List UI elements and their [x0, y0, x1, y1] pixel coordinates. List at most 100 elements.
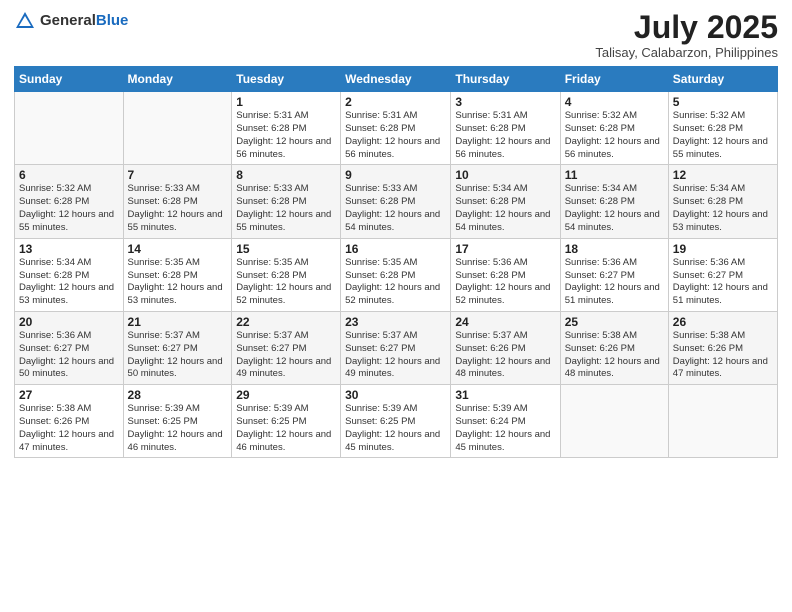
calendar-cell [123, 92, 232, 165]
page-container: GeneralBlue July 2025 Talisay, Calabarzo… [0, 0, 792, 612]
calendar-table: SundayMondayTuesdayWednesdayThursdayFrid… [14, 66, 778, 458]
header: GeneralBlue July 2025 Talisay, Calabarzo… [14, 10, 778, 60]
day-info: Sunrise: 5:39 AMSunset: 6:25 PMDaylight:… [345, 403, 446, 454]
day-number: 29 [236, 388, 336, 402]
calendar-cell: 12Sunrise: 5:34 AMSunset: 6:28 PMDayligh… [668, 165, 777, 238]
day-number: 5 [673, 95, 773, 109]
calendar-cell: 2Sunrise: 5:31 AMSunset: 6:28 PMDaylight… [341, 92, 451, 165]
calendar-cell: 25Sunrise: 5:38 AMSunset: 6:26 PMDayligh… [560, 311, 668, 384]
title-area: July 2025 Talisay, Calabarzon, Philippin… [595, 10, 778, 60]
calendar-cell [668, 385, 777, 458]
calendar-cell: 18Sunrise: 5:36 AMSunset: 6:27 PMDayligh… [560, 238, 668, 311]
day-number: 12 [673, 168, 773, 182]
day-number: 7 [128, 168, 228, 182]
weekday-header-row: SundayMondayTuesdayWednesdayThursdayFrid… [15, 67, 778, 92]
day-info: Sunrise: 5:36 AMSunset: 6:27 PMDaylight:… [19, 330, 119, 381]
weekday-header-friday: Friday [560, 67, 668, 92]
day-info: Sunrise: 5:34 AMSunset: 6:28 PMDaylight:… [19, 257, 119, 308]
day-info: Sunrise: 5:32 AMSunset: 6:28 PMDaylight:… [19, 183, 119, 234]
day-number: 6 [19, 168, 119, 182]
day-number: 4 [565, 95, 664, 109]
calendar-cell: 22Sunrise: 5:37 AMSunset: 6:27 PMDayligh… [232, 311, 341, 384]
logo-icon [14, 10, 36, 32]
calendar-cell: 19Sunrise: 5:36 AMSunset: 6:27 PMDayligh… [668, 238, 777, 311]
calendar-cell: 14Sunrise: 5:35 AMSunset: 6:28 PMDayligh… [123, 238, 232, 311]
day-info: Sunrise: 5:32 AMSunset: 6:28 PMDaylight:… [565, 110, 664, 161]
day-info: Sunrise: 5:38 AMSunset: 6:26 PMDaylight:… [19, 403, 119, 454]
calendar-cell: 8Sunrise: 5:33 AMSunset: 6:28 PMDaylight… [232, 165, 341, 238]
calendar-cell: 7Sunrise: 5:33 AMSunset: 6:28 PMDaylight… [123, 165, 232, 238]
day-info: Sunrise: 5:38 AMSunset: 6:26 PMDaylight:… [565, 330, 664, 381]
calendar-cell: 1Sunrise: 5:31 AMSunset: 6:28 PMDaylight… [232, 92, 341, 165]
day-info: Sunrise: 5:31 AMSunset: 6:28 PMDaylight:… [345, 110, 446, 161]
day-info: Sunrise: 5:39 AMSunset: 6:24 PMDaylight:… [455, 403, 555, 454]
calendar-cell: 9Sunrise: 5:33 AMSunset: 6:28 PMDaylight… [341, 165, 451, 238]
day-number: 15 [236, 242, 336, 256]
calendar-cell: 27Sunrise: 5:38 AMSunset: 6:26 PMDayligh… [15, 385, 124, 458]
calendar-cell: 3Sunrise: 5:31 AMSunset: 6:28 PMDaylight… [451, 92, 560, 165]
calendar-week-4: 20Sunrise: 5:36 AMSunset: 6:27 PMDayligh… [15, 311, 778, 384]
day-number: 25 [565, 315, 664, 329]
calendar-week-3: 13Sunrise: 5:34 AMSunset: 6:28 PMDayligh… [15, 238, 778, 311]
day-info: Sunrise: 5:35 AMSunset: 6:28 PMDaylight:… [345, 257, 446, 308]
day-number: 18 [565, 242, 664, 256]
logo-blue: Blue [96, 13, 129, 30]
day-number: 13 [19, 242, 119, 256]
day-info: Sunrise: 5:36 AMSunset: 6:27 PMDaylight:… [673, 257, 773, 308]
day-number: 11 [565, 168, 664, 182]
calendar-cell: 29Sunrise: 5:39 AMSunset: 6:25 PMDayligh… [232, 385, 341, 458]
calendar-week-1: 1 Sunrise: 5:31 AMSunset: 6:28 PMDaylight… [15, 92, 778, 165]
weekday-header-monday: Monday [123, 67, 232, 92]
day-info: Sunrise: 5:37 AMSunset: 6:27 PMDaylight:… [128, 330, 228, 381]
logo-general: General [40, 13, 96, 30]
calendar-cell: 5Sunrise: 5:32 AMSunset: 6:28 PMDaylight… [668, 92, 777, 165]
calendar-cell: 21Sunrise: 5:37 AMSunset: 6:27 PMDayligh… [123, 311, 232, 384]
calendar-cell: 30Sunrise: 5:39 AMSunset: 6:25 PMDayligh… [341, 385, 451, 458]
day-number: 30 [345, 388, 446, 402]
day-info: Sunrise: 5:37 AMSunset: 6:27 PMDaylight:… [345, 330, 446, 381]
day-info: Sunrise: 5:39 AMSunset: 6:25 PMDaylight:… [128, 403, 228, 454]
day-number: 24 [455, 315, 555, 329]
weekday-header-sunday: Sunday [15, 67, 124, 92]
calendar-cell: 13Sunrise: 5:34 AMSunset: 6:28 PMDayligh… [15, 238, 124, 311]
logo-text: GeneralBlue [40, 13, 128, 30]
calendar-cell: 16Sunrise: 5:35 AMSunset: 6:28 PMDayligh… [341, 238, 451, 311]
calendar-cell: 6Sunrise: 5:32 AMSunset: 6:28 PMDaylight… [15, 165, 124, 238]
calendar-cell: 23Sunrise: 5:37 AMSunset: 6:27 PMDayligh… [341, 311, 451, 384]
day-info: Sunrise: 5:34 AMSunset: 6:28 PMDaylight:… [673, 183, 773, 234]
day-info: Sunrise: 5:33 AMSunset: 6:28 PMDaylight:… [345, 183, 446, 234]
day-number: 17 [455, 242, 555, 256]
calendar-cell: 17Sunrise: 5:36 AMSunset: 6:28 PMDayligh… [451, 238, 560, 311]
day-number: 27 [19, 388, 119, 402]
day-info: Sunrise: 5:35 AMSunset: 6:28 PMDaylight:… [128, 257, 228, 308]
day-number: 26 [673, 315, 773, 329]
day-number: 16 [345, 242, 446, 256]
day-number: 1 [236, 95, 336, 109]
day-info: Sunrise: 5:35 AMSunset: 6:28 PMDaylight:… [236, 257, 336, 308]
weekday-header-thursday: Thursday [451, 67, 560, 92]
day-info: Sunrise: 5:33 AMSunset: 6:28 PMDaylight:… [236, 183, 336, 234]
day-number: 14 [128, 242, 228, 256]
day-number: 19 [673, 242, 773, 256]
day-info: Sunrise: 5:34 AMSunset: 6:28 PMDaylight:… [565, 183, 664, 234]
day-number: 28 [128, 388, 228, 402]
day-info: Sunrise: 5:39 AMSunset: 6:25 PMDaylight:… [236, 403, 336, 454]
day-info: Sunrise: 5:32 AMSunset: 6:28 PMDaylight:… [673, 110, 773, 161]
weekday-header-saturday: Saturday [668, 67, 777, 92]
calendar-cell: 10Sunrise: 5:34 AMSunset: 6:28 PMDayligh… [451, 165, 560, 238]
day-info: Sunrise: 5:31 AMSunset: 6:28 PMDaylight:… [455, 110, 555, 161]
day-info: Sunrise: 5:36 AMSunset: 6:27 PMDaylight:… [565, 257, 664, 308]
calendar-cell: 26Sunrise: 5:38 AMSunset: 6:26 PMDayligh… [668, 311, 777, 384]
day-info: Sunrise: 5:38 AMSunset: 6:26 PMDaylight:… [673, 330, 773, 381]
calendar-cell: 4Sunrise: 5:32 AMSunset: 6:28 PMDaylight… [560, 92, 668, 165]
calendar-cell: 24Sunrise: 5:37 AMSunset: 6:26 PMDayligh… [451, 311, 560, 384]
day-number: 3 [455, 95, 555, 109]
day-number: 20 [19, 315, 119, 329]
calendar-week-5: 27Sunrise: 5:38 AMSunset: 6:26 PMDayligh… [15, 385, 778, 458]
calendar-cell: 28Sunrise: 5:39 AMSunset: 6:25 PMDayligh… [123, 385, 232, 458]
day-number: 9 [345, 168, 446, 182]
day-number: 21 [128, 315, 228, 329]
main-title: July 2025 [595, 10, 778, 45]
logo: GeneralBlue [14, 10, 128, 32]
weekday-header-wednesday: Wednesday [341, 67, 451, 92]
